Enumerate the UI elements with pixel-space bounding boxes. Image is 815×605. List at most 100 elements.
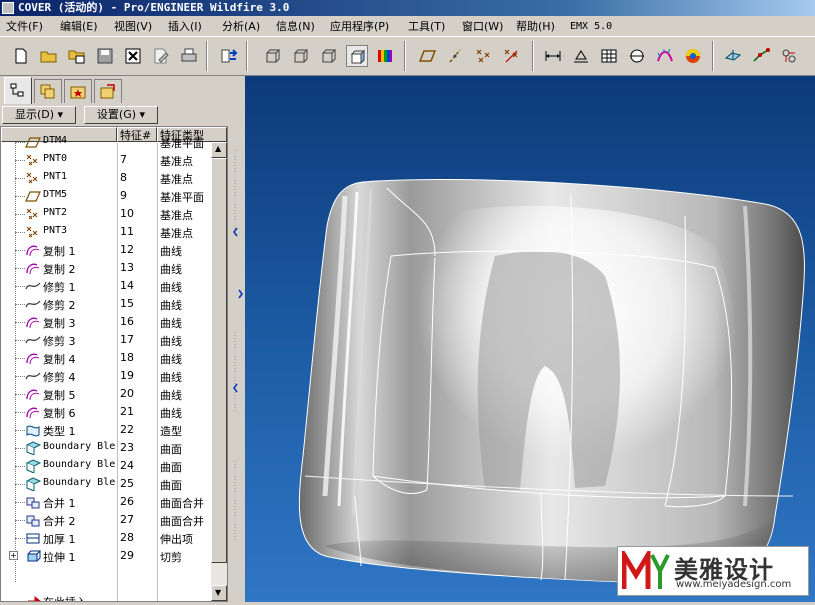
expand-toggle-icon[interactable]: + xyxy=(9,551,18,560)
menu-window[interactable]: 窗口(W) xyxy=(462,19,503,34)
menu-insert[interactable]: 插入(I) xyxy=(168,19,202,34)
tree-row[interactable]: 复制 3 16 曲线 xyxy=(1,313,211,331)
feature-name: DTM4 xyxy=(43,135,68,146)
boundary-blend-icon xyxy=(25,477,41,491)
tree-row[interactable]: Boundary Ble 25 曲面 xyxy=(1,475,211,493)
save-button[interactable] xyxy=(94,45,116,67)
tab-favorites[interactable] xyxy=(64,79,92,103)
menu-info[interactable]: 信息(N) xyxy=(276,19,315,34)
menu-emx[interactable]: EMX 5.0 xyxy=(570,19,612,34)
shade-analysis-button[interactable] xyxy=(682,45,704,67)
tree-row[interactable]: 加厚 1 28 伸出项 xyxy=(1,529,211,547)
tree-row[interactable]: 复制 5 20 曲线 xyxy=(1,385,211,403)
tab-connections[interactable] xyxy=(94,79,122,103)
tree-row[interactable]: 修剪 1 14 曲线 xyxy=(1,277,211,295)
tree-row[interactable]: 复制 6 21 曲线 xyxy=(1,403,211,421)
curvature-analysis-button[interactable] xyxy=(654,45,676,67)
toolbar-separator xyxy=(712,41,714,71)
datum-curve-button[interactable] xyxy=(750,45,772,67)
color-palette-icon xyxy=(378,50,392,62)
feature-id: 18 xyxy=(120,351,134,364)
insert-here-row[interactable]: 在此插入 xyxy=(1,592,211,601)
section-analysis-button[interactable] xyxy=(626,45,648,67)
menu-file[interactable]: 文件(F) xyxy=(6,19,43,34)
menu-applications[interactable]: 应用程序(P) xyxy=(330,19,389,34)
datum-point-icon xyxy=(26,226,38,238)
tree-row[interactable]: 修剪 2 15 曲线 xyxy=(1,295,211,313)
tree-row[interactable]: PNT0 7 基准点 xyxy=(1,151,211,169)
menu-view[interactable]: 视图(V) xyxy=(114,19,152,34)
tree-row[interactable]: PNT3 11 基准点 xyxy=(1,223,211,241)
tree-row[interactable]: Boundary Ble 24 曲面 xyxy=(1,457,211,475)
datum-plane-toggle[interactable] xyxy=(416,45,438,67)
feature-name: DTM5 xyxy=(43,189,68,200)
panel-splitter[interactable] xyxy=(229,76,245,602)
tree-row[interactable]: PNT2 10 基准点 xyxy=(1,205,211,223)
menu-analysis[interactable]: 分析(A) xyxy=(222,19,260,34)
datum-axis-icon xyxy=(449,49,461,63)
wireframe-button[interactable] xyxy=(262,45,284,67)
scroll-down-button[interactable]: ▼ xyxy=(211,585,227,601)
feature-name: Boundary Ble xyxy=(43,441,116,452)
caret-down-icon: ▾ xyxy=(139,108,146,121)
close-window-icon xyxy=(125,48,141,64)
edit-button[interactable] xyxy=(150,45,172,67)
mass-properties-button[interactable] xyxy=(598,45,620,67)
tree-row[interactable]: 复制 2 13 曲线 xyxy=(1,259,211,277)
feature-name: 修剪 3 xyxy=(43,335,76,348)
tree-row[interactable]: DTM4 基准平面 xyxy=(1,133,211,151)
shading-button[interactable] xyxy=(346,45,368,67)
wireframe-cube-icon xyxy=(266,49,281,63)
datum-point-icon xyxy=(476,49,490,63)
watermark-url: www.meiyadesign.com xyxy=(676,579,792,590)
coord-csys-button[interactable] xyxy=(778,45,800,67)
toolbar-separator xyxy=(246,41,248,71)
feature-type: 曲面 xyxy=(160,443,182,456)
tree-row[interactable]: + 拉伸 1 29 切剪 xyxy=(1,547,211,565)
regenerate-button[interactable] xyxy=(218,45,240,67)
scroll-up-button[interactable]: ▲ xyxy=(211,142,227,158)
measure-distance-button[interactable] xyxy=(542,45,564,67)
tree-row[interactable]: 复制 4 18 曲线 xyxy=(1,349,211,367)
tree-row[interactable]: 复制 1 12 曲线 xyxy=(1,241,211,259)
close-window-button[interactable] xyxy=(122,45,144,67)
show-dropdown-button[interactable]: 显示(D) ▾ xyxy=(2,106,76,124)
no-hidden-button[interactable] xyxy=(318,45,340,67)
menu-help[interactable]: 帮助(H) xyxy=(516,19,555,34)
datum-axis-toggle[interactable] xyxy=(444,45,466,67)
tree-row[interactable]: 合并 2 27 曲面合并 xyxy=(1,511,211,529)
tree-scrollbar[interactable]: ▲ ▼ xyxy=(211,142,227,601)
menu-tools[interactable]: 工具(T) xyxy=(408,19,445,34)
datum-point-toggle[interactable] xyxy=(472,45,494,67)
arrow-up-icon: ▲ xyxy=(215,144,222,153)
tree-row[interactable]: Boundary Ble 23 曲面 xyxy=(1,439,211,457)
feature-type: 曲线 xyxy=(160,245,182,258)
measure-area-button[interactable] xyxy=(570,45,592,67)
csys-icon xyxy=(782,49,796,63)
new-file-button[interactable] xyxy=(10,45,32,67)
settings-dropdown-button[interactable]: 设置(G) ▾ xyxy=(84,106,158,124)
tree-row[interactable]: 修剪 4 19 曲线 xyxy=(1,367,211,385)
graphics-viewport[interactable] xyxy=(245,76,815,602)
tree-row[interactable]: 类型 1 22 造型 xyxy=(1,421,211,439)
sketch-tool-button[interactable] xyxy=(722,45,744,67)
scroll-thumb[interactable] xyxy=(211,158,227,563)
tree-connector xyxy=(15,214,25,215)
open-file-button[interactable] xyxy=(38,45,60,67)
tree-row[interactable]: 修剪 3 17 曲线 xyxy=(1,331,211,349)
model-shaded-cover xyxy=(298,178,805,584)
tab-layers[interactable] xyxy=(34,79,62,103)
tree-row[interactable]: 合并 1 26 曲面合并 xyxy=(1,493,211,511)
hidden-line-button[interactable] xyxy=(290,45,312,67)
feature-id: 11 xyxy=(120,225,134,238)
tab-model-tree[interactable] xyxy=(4,77,32,104)
tree-row[interactable]: PNT1 8 基准点 xyxy=(1,169,211,187)
tree-connector xyxy=(15,502,25,503)
menu-edit[interactable]: 编辑(E) xyxy=(60,19,98,34)
open-session-button[interactable] xyxy=(66,45,88,67)
hidden-line-cube-icon xyxy=(294,49,309,63)
print-button[interactable] xyxy=(178,45,200,67)
coord-system-toggle[interactable] xyxy=(500,45,522,67)
tree-row[interactable]: DTM5 9 基准平面 xyxy=(1,187,211,205)
color-appearance-button[interactable] xyxy=(374,45,396,67)
